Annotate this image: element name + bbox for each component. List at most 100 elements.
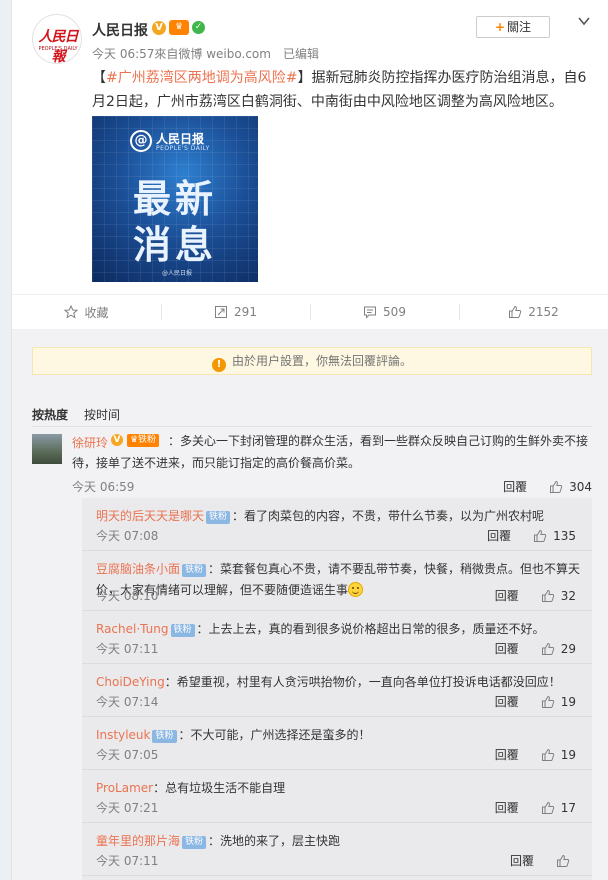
post-image[interactable]: @ 人民日报 PEOPLE'S DAILY 最新 消息 @人民日报 — [92, 116, 258, 282]
sort-bar: 按热度 按时间 — [32, 406, 120, 423]
sub-comment-text: ：总有垃圾生活不能自理 — [153, 781, 286, 795]
thumbs-up-icon[interactable] — [541, 589, 555, 603]
sub-comment-user[interactable]: 童年里的那片海 — [96, 834, 180, 848]
favorite-button[interactable]: 收藏 — [12, 296, 161, 328]
weibo-post: 人民日報 PEOPLE'S DAILY 人民日报 V ♛ ✓ + 關注 今天 06… — [12, 0, 608, 880]
sort-by-time[interactable]: 按时间 — [84, 408, 120, 422]
sub-comment-user[interactable]: Rachel·Tung — [96, 622, 169, 636]
fan-badge: 铁粉 — [152, 730, 177, 743]
sub-comment-text: ：上去上去，真的看到很多说价格超出日常的很多，质量还不好。 — [196, 622, 545, 636]
warning-icon: ! — [211, 358, 226, 372]
thumbs-up-icon[interactable] — [541, 695, 555, 709]
reply-button[interactable]: 回覆 — [495, 746, 519, 763]
sub-comment-likes: 19 — [560, 694, 576, 709]
smile-emoji-icon — [348, 582, 364, 597]
reply-button[interactable]: 回覆 — [510, 852, 534, 869]
repost-icon — [215, 306, 228, 318]
image-headline-2: 消息 — [132, 223, 217, 267]
topic-link[interactable]: #广州荔湾区两地调为高风险# — [106, 70, 297, 86]
chevron-down-icon[interactable] — [577, 14, 591, 28]
post-time[interactable]: 今天 06:57 — [92, 47, 154, 61]
comments-area: ! 由於用户設置，你無法回覆評論。 按热度 按时间 ：多关心一下封闭管理的群众生活，… — [12, 330, 608, 880]
divider — [32, 426, 592, 427]
follow-button[interactable]: + 關注 — [476, 16, 550, 38]
comment-icon — [364, 306, 377, 319]
sub-comment: Instyleuk 铁粉 ：不大可能，广州选择还是蛮多的！ 今天 07:05 回覆 1… — [82, 717, 592, 770]
sub-comment-time: 今天 07:14 — [96, 695, 159, 709]
author-name[interactable]: 人民日报 — [92, 20, 148, 40]
sub-comment-time: 今天 07:11 — [96, 642, 159, 656]
sub-comment-user[interactable]: 豆腐脑油条小面 — [96, 562, 180, 576]
sub-comment-user[interactable]: Instyleuk — [96, 728, 150, 742]
action-bar: 收藏 291 509 2152 — [12, 296, 608, 328]
sub-comment: 童年里的那片海 铁粉 ：洗地的来了，层主快跑 今天 07:11 回覆 — [82, 823, 592, 876]
thumbs-up-icon[interactable] — [533, 529, 547, 543]
sub-comment-user[interactable]: ProLamer — [96, 781, 153, 795]
sub-comment-likes: 17 — [560, 800, 576, 815]
sub-comment-likes: 29 — [560, 641, 576, 656]
sub-comment-time: 今天 07:08 — [96, 529, 159, 543]
comment-actions: 回覆 304 — [503, 478, 592, 495]
star-icon — [64, 305, 79, 319]
repost-button[interactable]: 291 — [161, 296, 310, 328]
reply-button[interactable]: 回覆 — [495, 587, 519, 604]
sub-comment-time: 今天 08:10 — [96, 589, 159, 603]
reply-button[interactable]: 回覆 — [495, 693, 519, 710]
reply-button[interactable]: 回覆 — [487, 527, 511, 544]
fan-badge: 铁粉 — [182, 564, 207, 577]
notice-text: 由於用户設置，你無法回覆評論。 — [231, 354, 412, 368]
commenter-name[interactable]: 徐研玲 — [72, 434, 108, 451]
post-edited[interactable]: 已编辑 — [283, 47, 319, 61]
reply-button[interactable]: 回覆 — [495, 640, 519, 657]
author-avatar[interactable]: 人民日報 PEOPLE'S DAILY — [32, 14, 82, 64]
like-count: 2152 — [528, 305, 559, 319]
fan-badge-label: 铁粉 — [138, 435, 157, 445]
comment-button[interactable]: 509 — [310, 296, 459, 328]
sub-comment: 豆腐脑油条小面 铁粉 ：菜套餐包真心不贵，请不要乱带节奏，快餐，稍微贵点。但也不算天… — [82, 551, 592, 611]
sub-comment: 明天的后天天是哪天 铁粉 ：看了肉菜包的内容，不贵，带什么节奏，以为广州农村呢 今天… — [82, 498, 592, 551]
fan-badge: 铁粉 — [170, 624, 195, 637]
sub-comment-likes: 19 — [560, 747, 576, 762]
sub-comment-time: 今天 07:21 — [96, 801, 159, 815]
sub-comment-text: ：希望重视，村里有人贪污哄抬物价，一直向各单位打投诉电话都没回应！ — [164, 675, 561, 689]
sub-comment: ChoiDeYing：希望重视，村里有人贪污哄抬物价，一直向各单位打投诉电话都没… — [82, 664, 592, 717]
sub-comment-text: ：看了肉菜包的内容，不贵，带什么节奏，以为广州农村呢 — [232, 509, 545, 523]
sub-comment-time: 今天 07:05 — [96, 748, 159, 762]
sub-comment-user[interactable]: 明天的后天天是哪天 — [96, 509, 204, 523]
comment-count: 509 — [383, 305, 406, 319]
fan-badge: ♛铁粉 — [127, 434, 159, 447]
image-logo-en: PEOPLE'S DAILY — [156, 145, 210, 152]
thumbs-up-icon[interactable] — [549, 480, 563, 494]
commenter-avatar[interactable] — [32, 434, 62, 464]
vip-crown-icon: ♛ — [169, 20, 189, 35]
sub-comment-likes: 135 — [553, 528, 576, 543]
thumbs-up-icon[interactable] — [541, 801, 555, 815]
at-logo-icon: @ — [130, 130, 152, 152]
repost-count: 291 — [234, 305, 257, 319]
sub-comment-time: 今天 07:11 — [96, 854, 159, 868]
image-watermark: @人民日报 — [162, 270, 193, 277]
sub-comment: ProLamer：总有垃圾生活不能自理 今天 07:21 回覆 17 — [82, 770, 592, 823]
fan-badge: 铁粉 — [206, 511, 231, 524]
thumbs-up-icon[interactable] — [556, 854, 570, 868]
follow-label: 關注 — [507, 20, 532, 34]
sub-comment-text: ：洗地的来了，层主快跑 — [208, 834, 341, 848]
verified-icon: V — [152, 21, 166, 35]
reply-disabled-notice: ! 由於用户設置，你無法回覆評論。 — [32, 347, 592, 375]
avatar-logo-subtext: PEOPLE'S DAILY — [38, 46, 78, 52]
avatar-logo-text: 人民日報 — [38, 29, 79, 64]
fan-badge: 铁粉 — [182, 836, 207, 849]
comment-like-count: 304 — [569, 479, 592, 494]
thumbs-up-icon[interactable] — [541, 748, 555, 762]
reply-button[interactable]: 回覆 — [503, 478, 527, 495]
like-button[interactable]: 2152 — [459, 296, 608, 328]
post-source: 來自微博 weibo.com — [154, 47, 271, 61]
divider — [12, 294, 608, 295]
thumbs-up-icon[interactable] — [541, 642, 555, 656]
reply-button[interactable]: 回覆 — [495, 799, 519, 816]
sub-comment: Rachel·Tung 铁粉 ：上去上去，真的看到很多说价格超出日常的很多，质量还不… — [82, 611, 592, 664]
sub-comment-user[interactable]: ChoiDeYing — [96, 675, 165, 689]
verified-icon: V — [111, 434, 123, 446]
thumbs-up-icon — [509, 305, 522, 318]
sort-by-hot[interactable]: 按热度 — [32, 408, 68, 422]
